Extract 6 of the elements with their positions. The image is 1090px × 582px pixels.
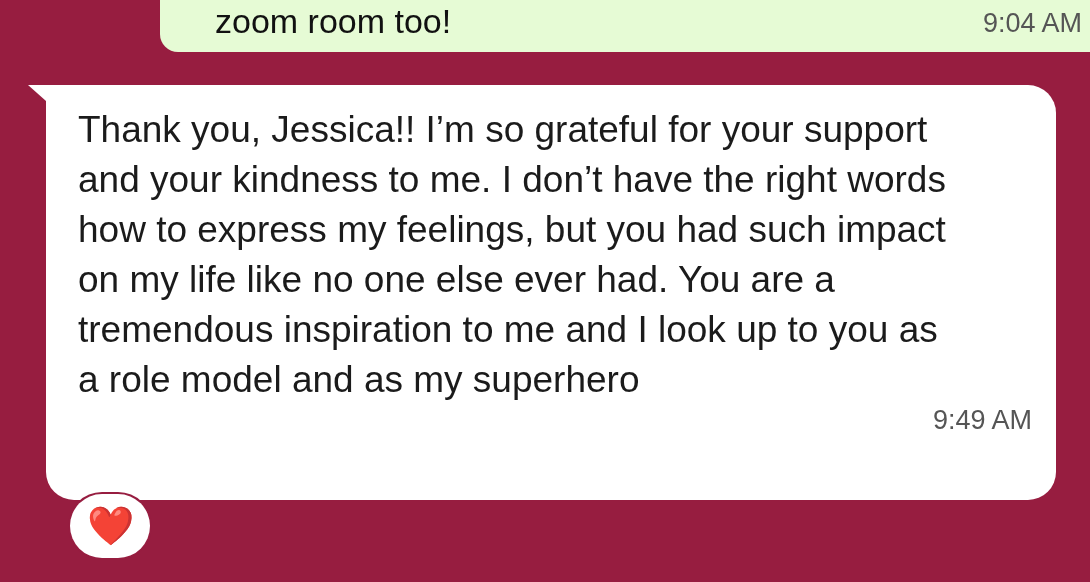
heart-icon: ❤ (86, 506, 134, 546)
message-text: zoom room too! (215, 2, 452, 40)
message-time: 9:04 AM (982, 8, 1082, 39)
message-time: 9:49 AM (932, 405, 1032, 436)
message-text: Thank you, Jessica!! I’m so grateful for your support and your kindness to me. I don’t have the right words how to express my feelings, but you had such impact on my life like no one else ever had. You are a tremendous inspiration to me and I look up to you as a role model and as my superhero (78, 108, 947, 402)
reaction-badge[interactable]: ❤ (70, 494, 150, 558)
